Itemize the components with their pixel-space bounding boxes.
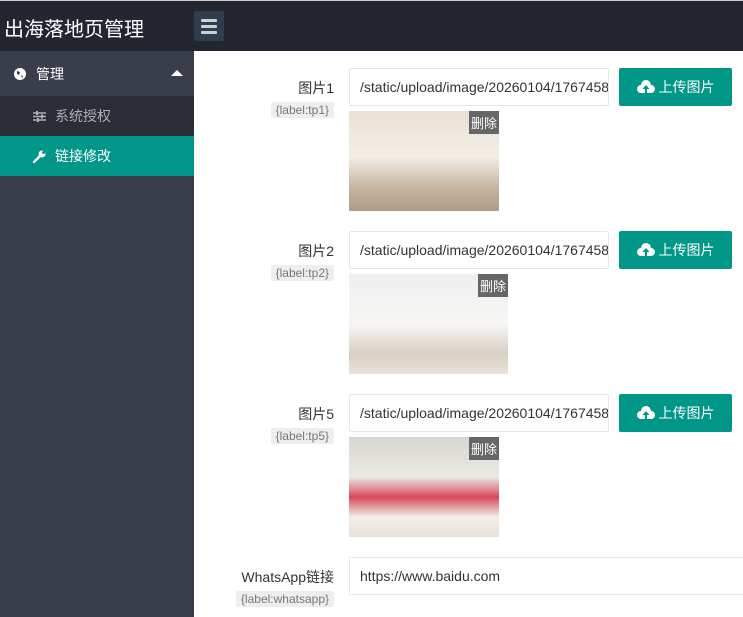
image1-path-input[interactable] (349, 68, 609, 106)
label-tag: {label:whatsapp} (235, 591, 334, 607)
image2-preview: 删除 (349, 274, 508, 374)
field-label: WhatsApp链接 {label:whatsapp} (235, 567, 334, 607)
label-text: 图片2 (298, 243, 334, 259)
field-label: 图片2 {label:tp2} (270, 241, 334, 281)
cloud-upload-icon (636, 406, 655, 419)
sidebar-item-link-edit[interactable]: 链接修改 (0, 136, 194, 176)
image2-path-input[interactable] (349, 231, 609, 269)
sliders-icon (33, 110, 46, 122)
sidebar-item-system-auth[interactable]: 系统授权 (0, 96, 194, 136)
field-label: 图片1 {label:tp1} (270, 78, 334, 118)
menu-toggle-button[interactable] (194, 11, 224, 41)
form-row-image1: 图片1 {label:tp1} 上传图片 删除 (194, 68, 743, 213)
globe-icon (14, 67, 26, 80)
hamburger-line (201, 31, 217, 34)
label-text: WhatsApp链接 (241, 569, 334, 585)
caret-up-icon (171, 70, 183, 76)
upload-label: 上传图片 (658, 79, 715, 95)
whatsapp-link-input[interactable] (349, 557, 743, 595)
app-title: 出海落地页管理 (4, 17, 144, 41)
field-label: 图片5 {label:tp5} (270, 404, 334, 444)
label-tag: {label:tp5} (270, 428, 334, 444)
delete-image2-button[interactable]: 删除 (477, 274, 508, 297)
sidebar-item-label: 系统授权 (55, 108, 111, 124)
label-text: 图片5 (298, 406, 334, 422)
image1-preview: 删除 (349, 111, 499, 211)
label-tag: {label:tp2} (270, 265, 334, 281)
upload-image1-button[interactable]: 上传图片 (619, 68, 732, 106)
sidebar-group-manage[interactable]: 管理 (0, 51, 194, 96)
upload-label: 上传图片 (658, 405, 715, 421)
hamburger-line (201, 25, 217, 28)
upload-image5-button[interactable]: 上传图片 (619, 394, 732, 432)
top-bar: 出海落地页管理 (0, 0, 743, 51)
form-row-whatsapp: WhatsApp链接 {label:whatsapp} (194, 557, 743, 617)
image5-preview: 删除 (349, 437, 499, 537)
cloud-upload-icon (636, 80, 655, 93)
sidebar: 管理 系统授权 链接修改 (0, 51, 194, 617)
delete-image1-button[interactable]: 删除 (468, 111, 499, 134)
sidebar-group-label: 管理 (36, 65, 64, 82)
hamburger-icon (201, 19, 217, 22)
upload-label: 上传图片 (658, 242, 715, 258)
form-row-image5: 图片5 {label:tp5} 上传图片 删除 (194, 394, 743, 539)
wrench-icon (33, 150, 46, 163)
sidebar-item-label: 链接修改 (55, 148, 111, 164)
cloud-upload-icon (636, 243, 655, 256)
image5-path-input[interactable] (349, 394, 609, 432)
label-tag: {label:tp1} (270, 102, 334, 118)
delete-image5-button[interactable]: 删除 (468, 437, 499, 460)
form-row-image2: 图片2 {label:tp2} 上传图片 删除 (194, 231, 743, 376)
upload-image2-button[interactable]: 上传图片 (619, 231, 732, 269)
label-text: 图片1 (298, 80, 334, 96)
